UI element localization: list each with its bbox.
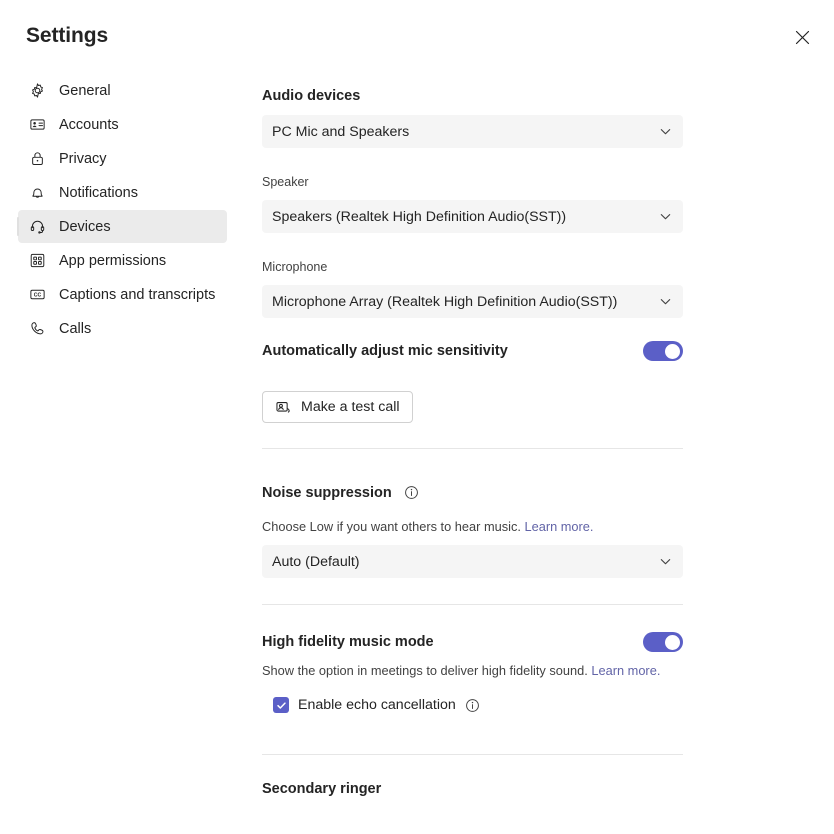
settings-sidebar: General Accounts Privacy [0, 74, 240, 345]
sidebar-item-label: General [59, 83, 111, 99]
page-title: Settings [26, 24, 108, 48]
sidebar-item-captions-and-transcripts[interactable]: CC Captions and transcripts [18, 278, 227, 311]
info-icon[interactable] [403, 485, 419, 501]
closed-caption-icon: CC [28, 286, 46, 304]
audio-devices-value: PC Mic and Speakers [272, 124, 651, 140]
high-fidelity-helper: Show the option in meetings to deliver h… [262, 663, 588, 678]
sidebar-item-accounts[interactable]: Accounts [18, 108, 227, 141]
id-card-icon [28, 116, 46, 134]
section-divider [262, 604, 683, 605]
sidebar-item-label: App permissions [59, 253, 166, 269]
sidebar-item-label: Calls [59, 321, 91, 337]
speaker-dropdown[interactable]: Speakers (Realtek High Definition Audio(… [262, 200, 683, 233]
bell-icon [28, 184, 46, 202]
lock-icon [28, 150, 46, 168]
noise-suppression-learn-more-link[interactable]: Learn more. [524, 519, 593, 534]
microphone-label: Microphone [262, 260, 327, 274]
toggle-knob [665, 635, 680, 650]
speaker-value: Speakers (Realtek High Definition Audio(… [272, 209, 651, 225]
speaker-label: Speaker [262, 175, 309, 189]
apps-grid-icon [28, 252, 46, 270]
high-fidelity-row: High fidelity music mode [262, 632, 683, 652]
secondary-ringer-title: Secondary ringer [262, 781, 381, 797]
high-fidelity-toggle[interactable] [643, 632, 683, 652]
chevron-down-icon [659, 125, 673, 138]
echo-cancellation-checkbox[interactable] [273, 697, 289, 713]
phone-icon [28, 320, 46, 338]
noise-suppression-helper-row: Choose Low if you want others to hear mu… [262, 519, 593, 534]
toggle-knob [665, 344, 680, 359]
audio-devices-dropdown[interactable]: PC Mic and Speakers [262, 115, 683, 148]
noise-suppression-helper: Choose Low if you want others to hear mu… [262, 519, 521, 534]
auto-adjust-mic-row: Automatically adjust mic sensitivity [262, 341, 683, 361]
sidebar-item-notifications[interactable]: Notifications [18, 176, 227, 209]
high-fidelity-helper-row: Show the option in meetings to deliver h… [262, 663, 660, 678]
auto-adjust-mic-label: Automatically adjust mic sensitivity [262, 343, 508, 359]
microphone-dropdown[interactable]: Microphone Array (Realtek High Definitio… [262, 285, 683, 318]
auto-adjust-mic-toggle[interactable] [643, 341, 683, 361]
audio-devices-title: Audio devices [262, 88, 360, 104]
echo-cancellation-row: Enable echo cancellation [273, 697, 481, 713]
chevron-down-icon [659, 210, 673, 223]
sidebar-item-calls[interactable]: Calls [18, 312, 227, 345]
section-divider [262, 754, 683, 755]
high-fidelity-title: High fidelity music mode [262, 634, 434, 650]
chevron-down-icon [659, 555, 673, 568]
noise-suppression-dropdown[interactable]: Auto (Default) [262, 545, 683, 578]
svg-text:CC: CC [33, 293, 41, 299]
sidebar-item-label: Devices [59, 219, 111, 235]
make-test-call-button[interactable]: Make a test call [262, 391, 413, 423]
sidebar-item-devices[interactable]: Devices [18, 210, 227, 243]
section-divider [262, 448, 683, 449]
sidebar-item-general[interactable]: General [18, 74, 227, 107]
headset-icon [28, 218, 46, 236]
sidebar-item-label: Accounts [59, 117, 119, 133]
microphone-value: Microphone Array (Realtek High Definitio… [272, 294, 651, 310]
sidebar-item-app-permissions[interactable]: App permissions [18, 244, 227, 277]
sidebar-item-privacy[interactable]: Privacy [18, 142, 227, 175]
close-button[interactable] [786, 21, 818, 53]
make-test-call-label: Make a test call [301, 399, 400, 415]
noise-suppression-title: Noise suppression [262, 485, 392, 501]
echo-cancellation-label: Enable echo cancellation [298, 697, 456, 713]
close-icon [795, 30, 810, 45]
gear-icon [28, 82, 46, 100]
sidebar-item-label: Notifications [59, 185, 138, 201]
person-call-icon [275, 399, 292, 416]
high-fidelity-learn-more-link[interactable]: Learn more. [591, 663, 660, 678]
sidebar-item-label: Privacy [59, 151, 107, 167]
noise-suppression-heading-row: Noise suppression [262, 484, 419, 502]
sidebar-item-label: Captions and transcripts [59, 287, 215, 303]
chevron-down-icon [659, 295, 673, 308]
info-icon[interactable] [465, 697, 481, 713]
noise-suppression-value: Auto (Default) [272, 554, 651, 570]
